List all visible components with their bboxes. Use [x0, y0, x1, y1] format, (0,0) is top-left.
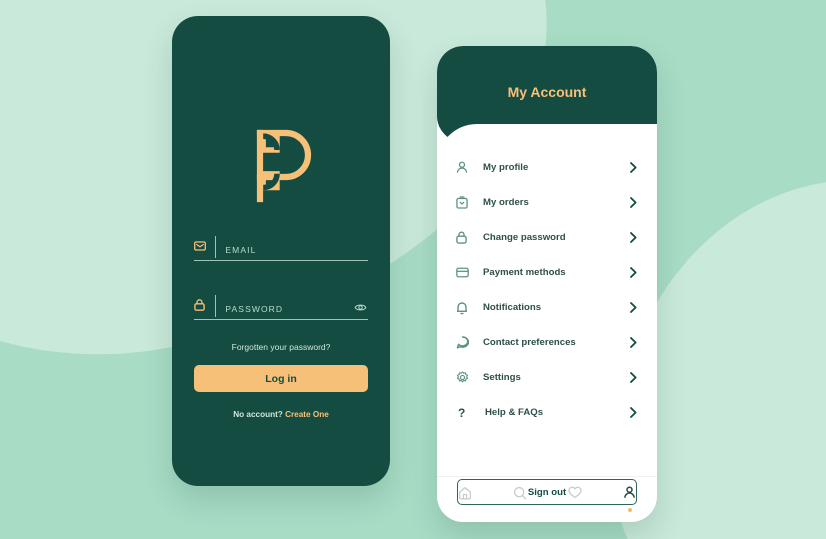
- chevron-right-icon: [625, 372, 637, 383]
- menu-item-label: Settings: [483, 372, 521, 383]
- lock-icon: [194, 291, 214, 319]
- active-tab-indicator-dot: [627, 508, 632, 512]
- signup-prompt-row: No account? Create One: [194, 410, 368, 419]
- page-title: My Account: [507, 84, 587, 100]
- chevron-right-icon: [625, 337, 637, 348]
- bottom-navigation-bar: [437, 476, 657, 522]
- create-account-link[interactable]: Create One: [285, 410, 329, 419]
- menu-item-my-profile[interactable]: My profile: [437, 150, 657, 185]
- menu-item-help-faqs[interactable]: ? Help & FAQs: [437, 395, 657, 430]
- account-content-card: My profile My orders Change password Pay…: [437, 124, 657, 522]
- lock-icon: [456, 229, 478, 247]
- card-icon: [456, 264, 478, 282]
- bag-icon: [456, 194, 478, 212]
- login-button[interactable]: Log in: [194, 365, 368, 392]
- menu-item-change-password[interactable]: Change password: [437, 220, 657, 255]
- chevron-right-icon: [625, 302, 637, 313]
- chevron-right-icon: [625, 267, 637, 278]
- question-mark-icon: ?: [458, 405, 466, 420]
- menu-item-label: My profile: [483, 162, 529, 173]
- nav-item-account[interactable]: [602, 486, 657, 512]
- search-icon: [513, 486, 527, 505]
- nav-item-home[interactable]: [437, 486, 492, 505]
- signup-prompt-text: No account?: [233, 410, 286, 419]
- email-field-divider: [215, 236, 217, 258]
- nav-item-favourites[interactable]: [547, 486, 602, 504]
- menu-item-payment-methods[interactable]: Payment methods: [437, 255, 657, 290]
- account-screen-phone: My Account My profile My orders Change p…: [437, 46, 657, 522]
- gear-icon: [456, 369, 478, 387]
- menu-item-notifications[interactable]: Notifications: [437, 290, 657, 325]
- menu-item-label: Help & FAQs: [485, 407, 544, 418]
- menu-item-my-orders[interactable]: My orders: [437, 185, 657, 220]
- chevron-right-icon: [625, 162, 637, 173]
- password-field-divider: [215, 295, 217, 317]
- menu-item-contact-preferences[interactable]: Contact preferences: [437, 325, 657, 360]
- menu-item-label: Contact preferences: [483, 337, 576, 348]
- nav-item-search[interactable]: [492, 486, 547, 505]
- chevron-right-icon: [625, 197, 637, 208]
- brand-p-leaf-logo: [172, 120, 390, 212]
- menu-item-label: Payment methods: [483, 267, 566, 278]
- email-input[interactable]: [225, 245, 368, 260]
- chat-bubble-icon: [456, 334, 478, 352]
- home-icon: [458, 486, 472, 505]
- heart-icon: [567, 486, 582, 504]
- forgot-password-link[interactable]: Forgotten your password?: [194, 342, 368, 352]
- login-screen-phone: Forgotten your password? Log in No accou…: [172, 16, 390, 486]
- account-icon: [623, 486, 636, 504]
- account-menu-list: My profile My orders Change password Pay…: [437, 150, 657, 430]
- eye-icon[interactable]: [352, 299, 368, 315]
- app-mockup-canvas: Forgotten your password? Log in No accou…: [0, 0, 826, 539]
- bell-icon: [456, 299, 478, 317]
- person-icon: [456, 159, 478, 177]
- menu-item-settings[interactable]: Settings: [437, 360, 657, 395]
- menu-item-label: My orders: [483, 197, 529, 208]
- password-field-row: [194, 283, 368, 320]
- menu-item-label: Notifications: [483, 302, 542, 313]
- menu-item-label: Change password: [483, 232, 566, 243]
- password-input[interactable]: [225, 304, 368, 319]
- envelope-icon: [194, 232, 214, 260]
- chevron-right-icon: [625, 232, 637, 243]
- email-field-row: [194, 224, 368, 261]
- login-form: Forgotten your password? Log in No accou…: [194, 224, 368, 419]
- chevron-right-icon: [625, 407, 637, 418]
